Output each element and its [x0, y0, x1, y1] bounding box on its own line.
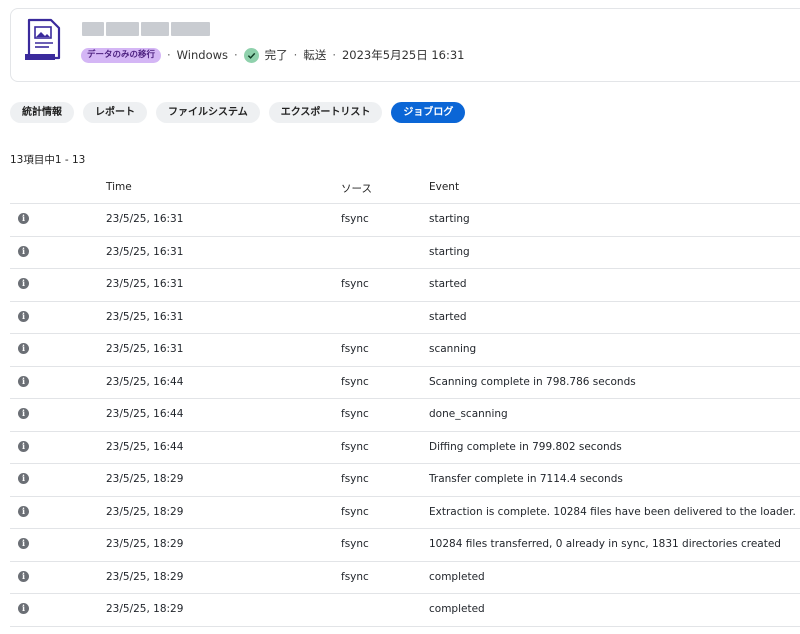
tab-job-log[interactable]: ジョブログ: [391, 102, 466, 123]
row-source: fsync: [341, 473, 369, 485]
separator-dot: ·: [167, 48, 171, 62]
row-event: completed: [429, 603, 485, 615]
table-header: Time ソース Event: [10, 171, 800, 204]
info-icon: i: [18, 603, 29, 614]
table-row: i 23/5/25, 18:29 fsync Transfer complete in…: [10, 464, 800, 497]
separator-dot: ·: [332, 48, 336, 62]
table-row: i 23/5/25, 18:29 fsync 10284 files transfer…: [10, 529, 800, 562]
row-source: fsync: [341, 570, 369, 583]
column-header-source[interactable]: ソース: [341, 181, 372, 196]
row-source: fsync: [341, 375, 369, 388]
row-event: done_scanning: [429, 408, 508, 420]
row-time: 23/5/25, 16:31: [106, 343, 184, 355]
row-event: Scanning complete in 798.786 seconds: [429, 375, 636, 388]
row-event: starting: [429, 245, 470, 258]
info-icon: i: [18, 505, 29, 517]
row-event: 10284 files transferred, 0 already in sy…: [429, 538, 781, 550]
info-icon: i: [18, 278, 29, 289]
row-time: 23/5/25, 16:31: [106, 310, 184, 323]
transfer-label: 転送: [303, 48, 327, 62]
job-summary-card: [10, 8, 800, 82]
document-image-icon: [25, 18, 61, 60]
info-icon: i: [18, 473, 29, 484]
table-row: i 23/5/25, 16:44 fsync Diffing complete in …: [10, 432, 800, 464]
row-time: 23/5/25, 16:44: [106, 408, 184, 420]
table-row: i 23/5/25, 16:31 starting: [10, 237, 800, 269]
platform-label: Windows: [176, 48, 229, 62]
table-row: i 23/5/25, 16:31 fsync scanning: [10, 334, 800, 367]
row-source: fsync: [341, 278, 369, 290]
row-event: Diffing complete in 799.802 seconds: [429, 440, 622, 453]
row-time: 23/5/25, 16:44: [106, 375, 184, 388]
row-time: 23/5/25, 16:44: [106, 440, 184, 453]
row-event: starting: [429, 213, 470, 225]
table-row: i 23/5/25, 16:44 fsync Scanning complete in…: [10, 367, 800, 399]
job-meta-row: データのみの移行 · Windows · 完了 · 転送 · 2023年5月25…: [81, 46, 465, 64]
row-event: Transfer complete in 7114.4 seconds: [429, 473, 623, 485]
column-header-time[interactable]: Time: [106, 181, 132, 193]
row-time: 23/5/25, 18:29: [106, 538, 184, 550]
tab-export-list[interactable]: エクスポートリスト: [268, 102, 383, 123]
row-time: 23/5/25, 16:31: [106, 245, 184, 258]
info-icon: i: [18, 213, 29, 224]
job-title-redacted: [82, 22, 210, 36]
table-row: i 23/5/25, 18:29 fsync completed: [10, 562, 800, 594]
info-icon: i: [18, 375, 29, 387]
check-icon: [243, 47, 259, 63]
info-icon: i: [18, 343, 29, 354]
row-event: scanning: [429, 343, 477, 355]
row-time: 23/5/25, 18:29: [106, 570, 184, 583]
row-time: 23/5/25, 16:31: [106, 278, 184, 290]
row-event: started: [429, 278, 467, 290]
info-icon: i: [18, 440, 29, 452]
table-row: i 23/5/25, 18:29 fsync Extraction is comple…: [10, 497, 800, 529]
info-icon: i: [18, 570, 29, 582]
table-body: i 23/5/25, 16:31 fsync starting i 23/5/25, 16…: [10, 204, 800, 627]
row-source: fsync: [341, 408, 369, 420]
status-label: 完了: [264, 48, 288, 62]
row-time: 23/5/25, 18:29: [106, 473, 184, 485]
table-row: i 23/5/25, 16:44 fsync done_scanning: [10, 399, 800, 432]
row-source: fsync: [341, 538, 369, 550]
row-time: 23/5/25, 16:31: [106, 213, 184, 225]
table-row: i 23/5/25, 16:31 fsync started: [10, 269, 800, 302]
table-row: i 23/5/25, 16:31 started: [10, 302, 800, 334]
info-icon: i: [18, 538, 29, 549]
info-icon: i: [18, 310, 29, 322]
migration-type-badge: データのみの移行: [81, 47, 162, 63]
info-icon: i: [18, 408, 29, 419]
row-source: fsync: [341, 343, 369, 355]
row-event: Extraction is complete. 10284 files have…: [429, 505, 796, 518]
tab-report[interactable]: レポート: [83, 102, 147, 123]
job-log-table: Time ソース Event i 23/5/25, 16:31 fsync start…: [10, 171, 800, 627]
row-source: fsync: [341, 505, 369, 518]
row-time: 23/5/25, 18:29: [106, 505, 184, 518]
row-event: started: [429, 310, 467, 323]
separator-dot: ·: [234, 48, 238, 62]
tab-bar: 統計情報 レポート ファイルシステム エクスポートリスト ジョブログ: [10, 102, 466, 123]
separator-dot: ·: [293, 48, 298, 62]
tab-statistics[interactable]: 統計情報: [10, 102, 74, 123]
tab-filesystem[interactable]: ファイルシステム: [156, 102, 260, 123]
column-header-event[interactable]: Event: [429, 181, 459, 193]
info-icon: i: [18, 245, 29, 257]
job-datetime: 2023年5月25日 16:31: [341, 48, 465, 62]
table-row: i 23/5/25, 18:29 completed: [10, 594, 800, 627]
row-source: fsync: [341, 440, 369, 453]
row-source: fsync: [341, 213, 369, 225]
item-count: 13項目中1 - 13: [10, 154, 86, 166]
table-row: i 23/5/25, 16:31 fsync starting: [10, 204, 800, 237]
row-time: 23/5/25, 18:29: [106, 603, 184, 615]
row-event: completed: [429, 570, 485, 583]
